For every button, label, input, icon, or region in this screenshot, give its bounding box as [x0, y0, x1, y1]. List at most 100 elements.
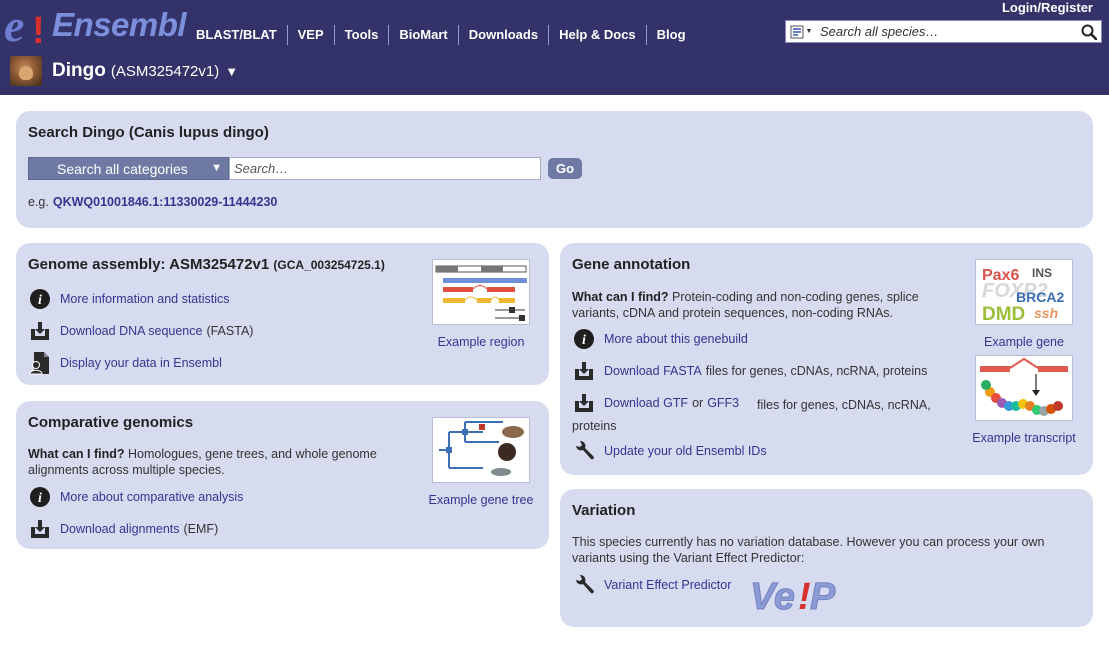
comparative-info-row: i More about comparative analysis [28, 485, 243, 509]
vep-logo[interactable]: Ve ! P [748, 571, 848, 619]
more-genebuild-link[interactable]: More about this genebuild [604, 332, 748, 346]
species-scope-icon [790, 25, 804, 38]
gene-annotation-title: Gene annotation [572, 256, 691, 273]
svg-text:Ve: Ve [750, 576, 795, 617]
what-can-i-find-label: What can I find? [572, 290, 669, 304]
search-scope-selector[interactable]: ▼ [786, 21, 816, 42]
svg-text:i: i [582, 333, 586, 348]
nav-vep[interactable]: VEP [286, 25, 334, 45]
example-transcript: Example transcript [960, 355, 1088, 447]
nav-downloads[interactable]: Downloads [457, 25, 548, 45]
update-ids-row: Update your old Ensembl IDs [572, 439, 767, 463]
species-assembly: (ASM325472v1) [110, 62, 220, 80]
svg-text:!: ! [32, 10, 45, 49]
svg-text:P: P [810, 576, 836, 617]
download-fasta-suffix: files for genes, cDNAs, ncRNA, proteins [705, 364, 928, 378]
gene-word: DMD [982, 304, 1025, 324]
category-select[interactable]: Search all categories ▼ [28, 157, 229, 180]
nav-blog[interactable]: Blog [645, 25, 696, 45]
variation-panel: Variation This species currently has no … [560, 489, 1093, 627]
nav-tools[interactable]: Tools [333, 25, 389, 45]
chevron-down-icon: ▼ [211, 162, 222, 174]
example-transcript-link[interactable]: Example transcript [972, 431, 1076, 445]
download-dna-format: (FASTA) [206, 324, 254, 338]
what-can-i-find-label: What can I find? [28, 447, 125, 461]
vep-link[interactable]: Variant Effect Predictor [604, 578, 731, 592]
genome-assembly-title: Genome assembly: ASM325472v1 (GCA_003254… [28, 256, 385, 273]
user-data-icon [28, 351, 52, 375]
gene-word: BRCA2 [1016, 289, 1064, 305]
top-navigation: BLAST/BLAT VEP Tools BioMart Downloads H… [186, 25, 696, 45]
go-button[interactable]: Go [548, 158, 582, 179]
more-info-stats-link[interactable]: More information and statistics [60, 292, 230, 306]
svg-text:i: i [38, 293, 42, 308]
vep-row: Variant Effect Predictor [572, 573, 731, 597]
example-prefix: e.g. [28, 195, 49, 209]
masthead: e ! Ensembl BLAST/BLAT VEP Tools BioMart… [0, 0, 1109, 95]
download-dna-link[interactable]: Download DNA sequence [60, 324, 202, 338]
info-icon: i [572, 327, 596, 351]
genome-assembly-title-text: Genome assembly: ASM325472v1 [28, 256, 270, 273]
dingo-thumbnail [10, 56, 42, 86]
comparative-title: Comparative genomics [28, 414, 194, 431]
variation-title: Variation [572, 502, 636, 519]
download-alignments-format: (EMF) [183, 522, 219, 536]
download-icon [28, 517, 52, 541]
site-search-box: ▼ [785, 20, 1102, 43]
nav-biomart[interactable]: BioMart [388, 25, 457, 45]
nav-blast[interactable]: BLAST/BLAT [186, 25, 287, 45]
comparative-genomics-panel: Comparative genomics What can I find? Ho… [16, 401, 549, 549]
genome-info-row: i More information and statistics [28, 287, 230, 311]
download-alignments-link[interactable]: Download alignments [60, 522, 180, 536]
example-gene-tree: Example gene tree [421, 417, 541, 509]
gene-word: INS [1032, 266, 1052, 280]
download-fasta-row: Download FASTA files for genes, cDNAs, n… [572, 359, 927, 383]
site-search-input[interactable] [816, 21, 1077, 42]
update-ids-link[interactable]: Update your old Ensembl IDs [604, 444, 767, 458]
comparative-description: What can I find? Homologues, gene trees,… [28, 446, 408, 478]
search-panel-title: Search Dingo (Canis lupus dingo) [28, 124, 269, 141]
wrench-icon [572, 439, 596, 463]
example-gene: Pax6 INS FOXP2 BRCA2 DMD ssh Example gen… [962, 259, 1086, 351]
chevron-down-icon: ▼ [225, 63, 239, 79]
genome-assembly-panel: Genome assembly: ASM325472v1 (GCA_003254… [16, 243, 549, 385]
gene-word: ssh [1034, 305, 1058, 321]
download-fasta-link[interactable]: Download FASTA [604, 364, 702, 378]
download-icon [572, 359, 596, 383]
search-example: e.g. QKWQ01001846.1:11330029-11444230 [28, 195, 277, 209]
ensembl-e-icon: e ! [4, 3, 45, 49]
display-data-row: Display your data in Ensembl [28, 351, 222, 375]
download-gtf-suffix: files for genes, cDNAs, ncRNA, proteins [572, 398, 931, 433]
nav-help-docs[interactable]: Help & Docs [548, 25, 646, 45]
download-dna-row: Download DNA sequence (FASTA) [28, 319, 253, 343]
species-name: Dingo [52, 60, 106, 81]
genome-accession: (GCA_003254725.1) [273, 258, 385, 272]
display-data-link[interactable]: Display your data in Ensembl [60, 356, 222, 370]
search-button[interactable] [1077, 21, 1101, 42]
example-gene-tree-thumbnail[interactable] [432, 417, 530, 483]
gene-description: What can I find? Protein-coding and non-… [572, 289, 952, 321]
ensembl-wordmark: Ensembl [52, 6, 187, 43]
svg-text:!: ! [798, 576, 811, 617]
download-icon [28, 319, 52, 343]
login-register-link[interactable]: Login/Register [1002, 0, 1093, 15]
svg-text:i: i [38, 491, 42, 506]
example-gene-tree-link[interactable]: Example gene tree [429, 493, 534, 507]
search-icon [1081, 24, 1097, 40]
species-search-input[interactable] [229, 157, 541, 180]
example-transcript-thumbnail[interactable] [975, 355, 1073, 421]
more-comparative-link[interactable]: More about comparative analysis [60, 490, 243, 504]
example-region: Example region [426, 259, 536, 351]
example-gene-link[interactable]: Example gene [984, 335, 1064, 349]
info-icon: i [28, 485, 52, 509]
gene-annotation-panel: Gene annotation What can I find? Protein… [560, 243, 1093, 475]
example-gene-thumbnail[interactable]: Pax6 INS FOXP2 BRCA2 DMD ssh [975, 259, 1073, 325]
chevron-down-icon: ▼ [805, 28, 813, 35]
example-region-thumbnail[interactable] [432, 259, 530, 325]
variation-description: This species currently has no variation … [572, 535, 1045, 565]
species-selector[interactable]: Dingo (ASM325472v1) ▼ [10, 56, 238, 86]
example-location-link[interactable]: QKWQ01001846.1:11330029-11444230 [53, 195, 278, 209]
svg-text:e: e [4, 3, 24, 49]
info-icon: i [28, 287, 52, 311]
example-region-link[interactable]: Example region [438, 335, 525, 349]
